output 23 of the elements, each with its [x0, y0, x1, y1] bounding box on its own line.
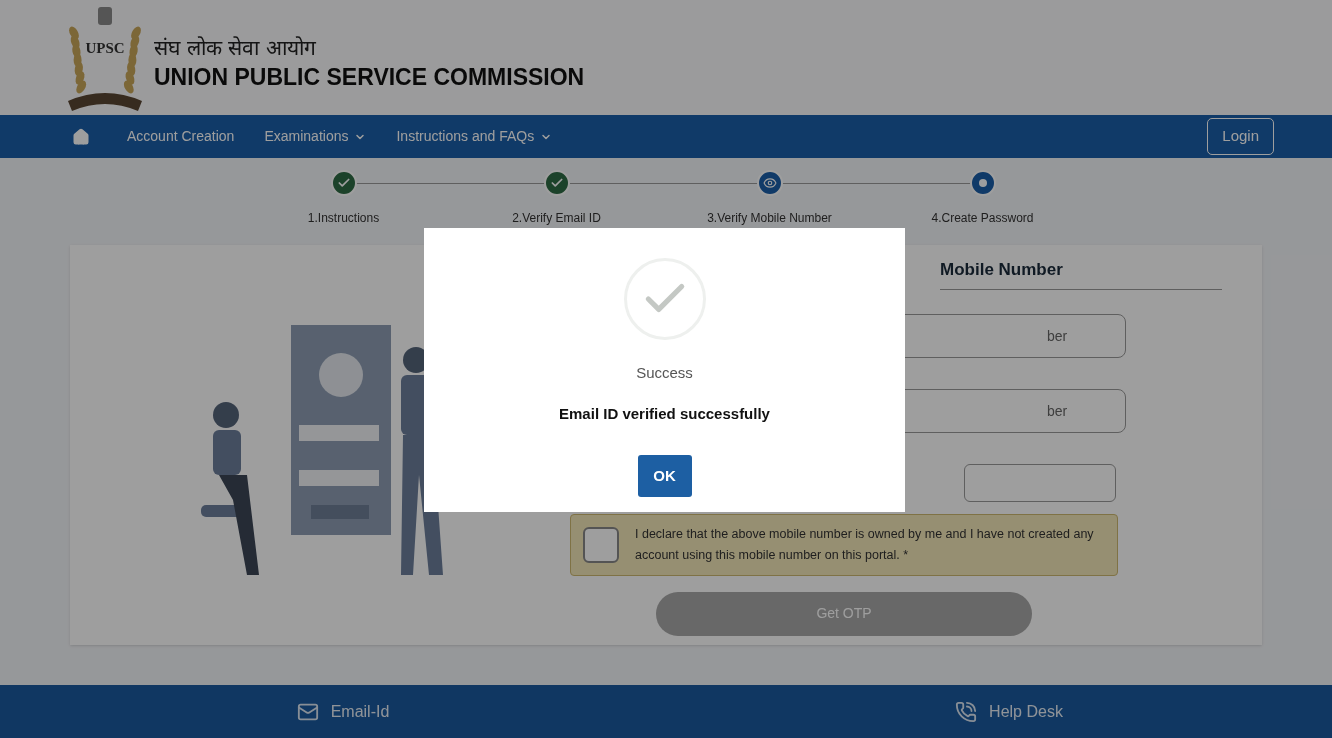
hindi-title: संघ लोक सेवा आयोग: [154, 34, 318, 62]
step-label: 3.Verify Mobile Number: [707, 210, 832, 227]
check-icon: [549, 176, 564, 190]
eye-icon: [762, 176, 777, 190]
input-field[interactable]: [964, 463, 1116, 502]
dialog-title: Success: [636, 363, 693, 383]
nav-menu-item[interactable]: Account Creation: [112, 115, 250, 158]
checkbox[interactable]: [583, 526, 619, 563]
step-label: 4.Create Password: [931, 210, 1034, 227]
step-label: 1.Instructions: [307, 210, 380, 227]
step-label: 2.Verify Email ID: [512, 210, 601, 227]
footer-link[interactable]: Email-Id: [330, 699, 390, 724]
phone-icon: [955, 700, 978, 723]
nav-menu-item[interactable]: Examinations: [249, 115, 382, 158]
footer-link[interactable]: Help Desk: [989, 699, 1063, 724]
section-heading: Mobile Number: [940, 260, 1063, 279]
site-title: UNION PUBLIC SERVICE COMMISSION: [154, 62, 585, 92]
logo-text: UPSC: [85, 39, 125, 59]
declaration-text: I declare that the above mobile number is owned by me and I have not created any account using this mobile number on this portal. *: [635, 525, 1095, 564]
login-button[interactable]: Login: [1207, 118, 1274, 155]
ok-button[interactable]: OK: [637, 455, 692, 497]
nav-menu-item[interactable]: Instructions and FAQs: [381, 115, 568, 158]
check-icon: [336, 176, 351, 190]
